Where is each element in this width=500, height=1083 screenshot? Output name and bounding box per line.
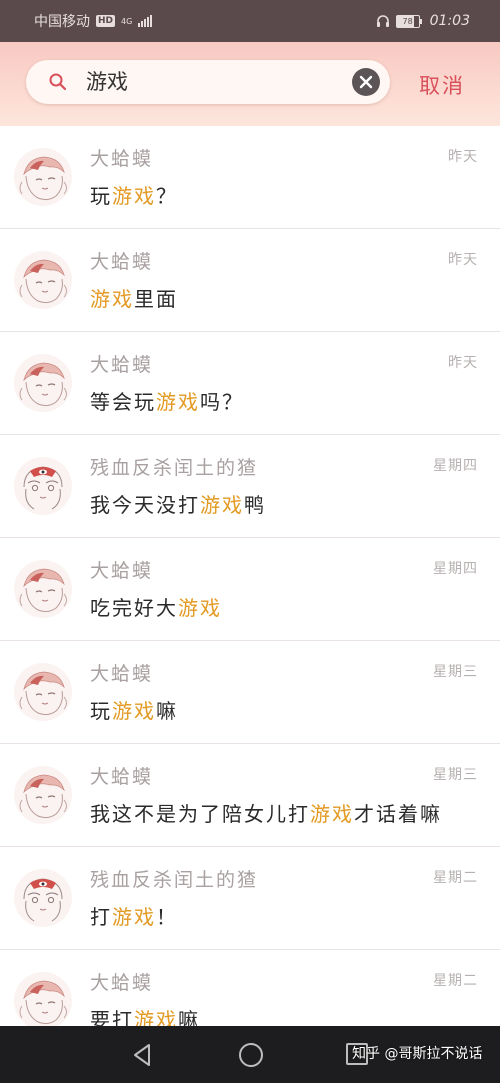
- message-text: 吃完好大: [90, 596, 178, 620]
- message-text: 嘛: [156, 699, 178, 723]
- message-preview: 打游戏！: [90, 901, 178, 930]
- message-text: 等会玩: [90, 390, 156, 414]
- sender-name: 大蛤蟆: [90, 663, 154, 685]
- avatar[interactable]: [14, 972, 72, 1030]
- back-icon[interactable]: [131, 1043, 153, 1067]
- headphones-icon: [376, 15, 389, 27]
- sender-name: 大蛤蟆: [90, 354, 154, 376]
- message-time: 星期三: [433, 664, 478, 680]
- search-results-list: 大蛤蟆 昨天 玩游戏？ 大蛤蟆 昨天 游戏里面 大蛤蟆 昨天 等会玩游戏吗？ 残血反杀闰土的…: [0, 126, 500, 1053]
- watermark: 知乎 @哥斯拉不说话: [352, 1046, 483, 1062]
- message-preview: 玩游戏？: [90, 180, 178, 209]
- message-time: 星期三: [433, 767, 478, 783]
- list-item[interactable]: 大蛤蟆 昨天玩游戏？: [0, 126, 500, 229]
- message-preview: 吃完好大游戏: [90, 592, 222, 621]
- sender-name: 大蛤蟆: [90, 148, 154, 170]
- avatar[interactable]: [14, 663, 72, 721]
- message-preview: 等会玩游戏吗？: [90, 386, 244, 415]
- highlighted-keyword: 游戏: [310, 802, 354, 826]
- message-text: 打: [90, 905, 112, 929]
- sender-name: 大蛤蟆: [90, 560, 154, 582]
- network-label: 4G: [121, 16, 133, 26]
- home-icon[interactable]: [239, 1043, 263, 1067]
- search-input[interactable]: 游戏: [26, 60, 390, 104]
- search-query[interactable]: 游戏: [86, 60, 128, 104]
- sender-name: 残血反杀闰土的猹: [90, 457, 259, 479]
- message-preview: 游戏里面: [90, 283, 178, 312]
- avatar[interactable]: [14, 766, 72, 824]
- list-item[interactable]: 残血反杀闰土的猹 星期二打游戏！: [0, 847, 500, 950]
- search-icon: [49, 73, 67, 91]
- highlighted-keyword: 游戏: [200, 493, 244, 517]
- highlighted-keyword: 游戏: [112, 699, 156, 723]
- message-time: 星期四: [433, 458, 478, 474]
- message-time: 昨天: [448, 355, 478, 371]
- message-preview: 我今天没打游戏鸭: [90, 489, 266, 518]
- message-text: ！: [156, 905, 178, 929]
- list-item[interactable]: 大蛤蟆 星期四吃完好大游戏: [0, 538, 500, 641]
- highlighted-keyword: 游戏: [90, 287, 134, 311]
- sender-name: 残血反杀闰土的猹: [90, 869, 259, 891]
- highlighted-keyword: 游戏: [178, 596, 222, 620]
- message-time: 星期四: [433, 561, 478, 577]
- list-item[interactable]: 大蛤蟆 星期三玩游戏嘛: [0, 641, 500, 744]
- message-time: 昨天: [448, 252, 478, 268]
- close-icon: [359, 75, 373, 89]
- message-text: 我今天没打: [90, 493, 200, 517]
- sender-name: 大蛤蟆: [90, 972, 154, 994]
- message-text: 我这不是为了陪女儿打: [90, 802, 310, 826]
- avatar[interactable]: [14, 869, 72, 927]
- status-left: 中国移动 HD 4G: [34, 11, 153, 31]
- message-time: 星期二: [433, 870, 478, 886]
- message-text: 鸭: [244, 493, 266, 517]
- battery-level: 78: [402, 16, 413, 26]
- message-text: ？: [156, 184, 178, 208]
- sender-name: 大蛤蟆: [90, 251, 154, 273]
- sender-name: 大蛤蟆: [90, 766, 154, 788]
- hd-badge: HD: [96, 15, 116, 27]
- avatar[interactable]: [14, 560, 72, 618]
- message-text: 才话着嘛: [354, 802, 442, 826]
- cancel-button[interactable]: 取消: [419, 70, 465, 100]
- message-preview: 我这不是为了陪女儿打游戏才话着嘛: [90, 798, 442, 827]
- highlighted-keyword: 游戏: [156, 390, 200, 414]
- carrier-label: 中国移动: [34, 14, 90, 30]
- clock: 01:03: [429, 13, 470, 29]
- message-text: 玩: [90, 699, 112, 723]
- avatar[interactable]: [14, 457, 72, 515]
- message-text: 里面: [134, 287, 178, 311]
- status-right: 78 01:03: [376, 13, 470, 29]
- message-time: 昨天: [448, 149, 478, 165]
- message-preview: 玩游戏嘛: [90, 695, 178, 724]
- list-item[interactable]: 残血反杀闰土的猹 星期四我今天没打游戏鸭: [0, 435, 500, 538]
- clear-button[interactable]: [352, 68, 380, 96]
- signal-icon: [138, 15, 153, 27]
- list-item[interactable]: 大蛤蟆 昨天游戏里面: [0, 229, 500, 332]
- highlighted-keyword: 游戏: [112, 184, 156, 208]
- search-header: 游戏 取消: [0, 42, 500, 126]
- list-item[interactable]: 大蛤蟆 昨天等会玩游戏吗？: [0, 332, 500, 435]
- message-time: 星期二: [433, 973, 478, 989]
- list-item[interactable]: 大蛤蟆 星期三我这不是为了陪女儿打游戏才话着嘛: [0, 744, 500, 847]
- message-text: 吗？: [200, 390, 244, 414]
- highlighted-keyword: 游戏: [112, 905, 156, 929]
- status-bar: 中国移动 HD 4G 78 01:03: [0, 0, 500, 42]
- avatar[interactable]: [14, 148, 72, 206]
- avatar[interactable]: [14, 354, 72, 412]
- message-text: 玩: [90, 184, 112, 208]
- battery-icon: 78: [395, 14, 422, 28]
- avatar[interactable]: [14, 251, 72, 309]
